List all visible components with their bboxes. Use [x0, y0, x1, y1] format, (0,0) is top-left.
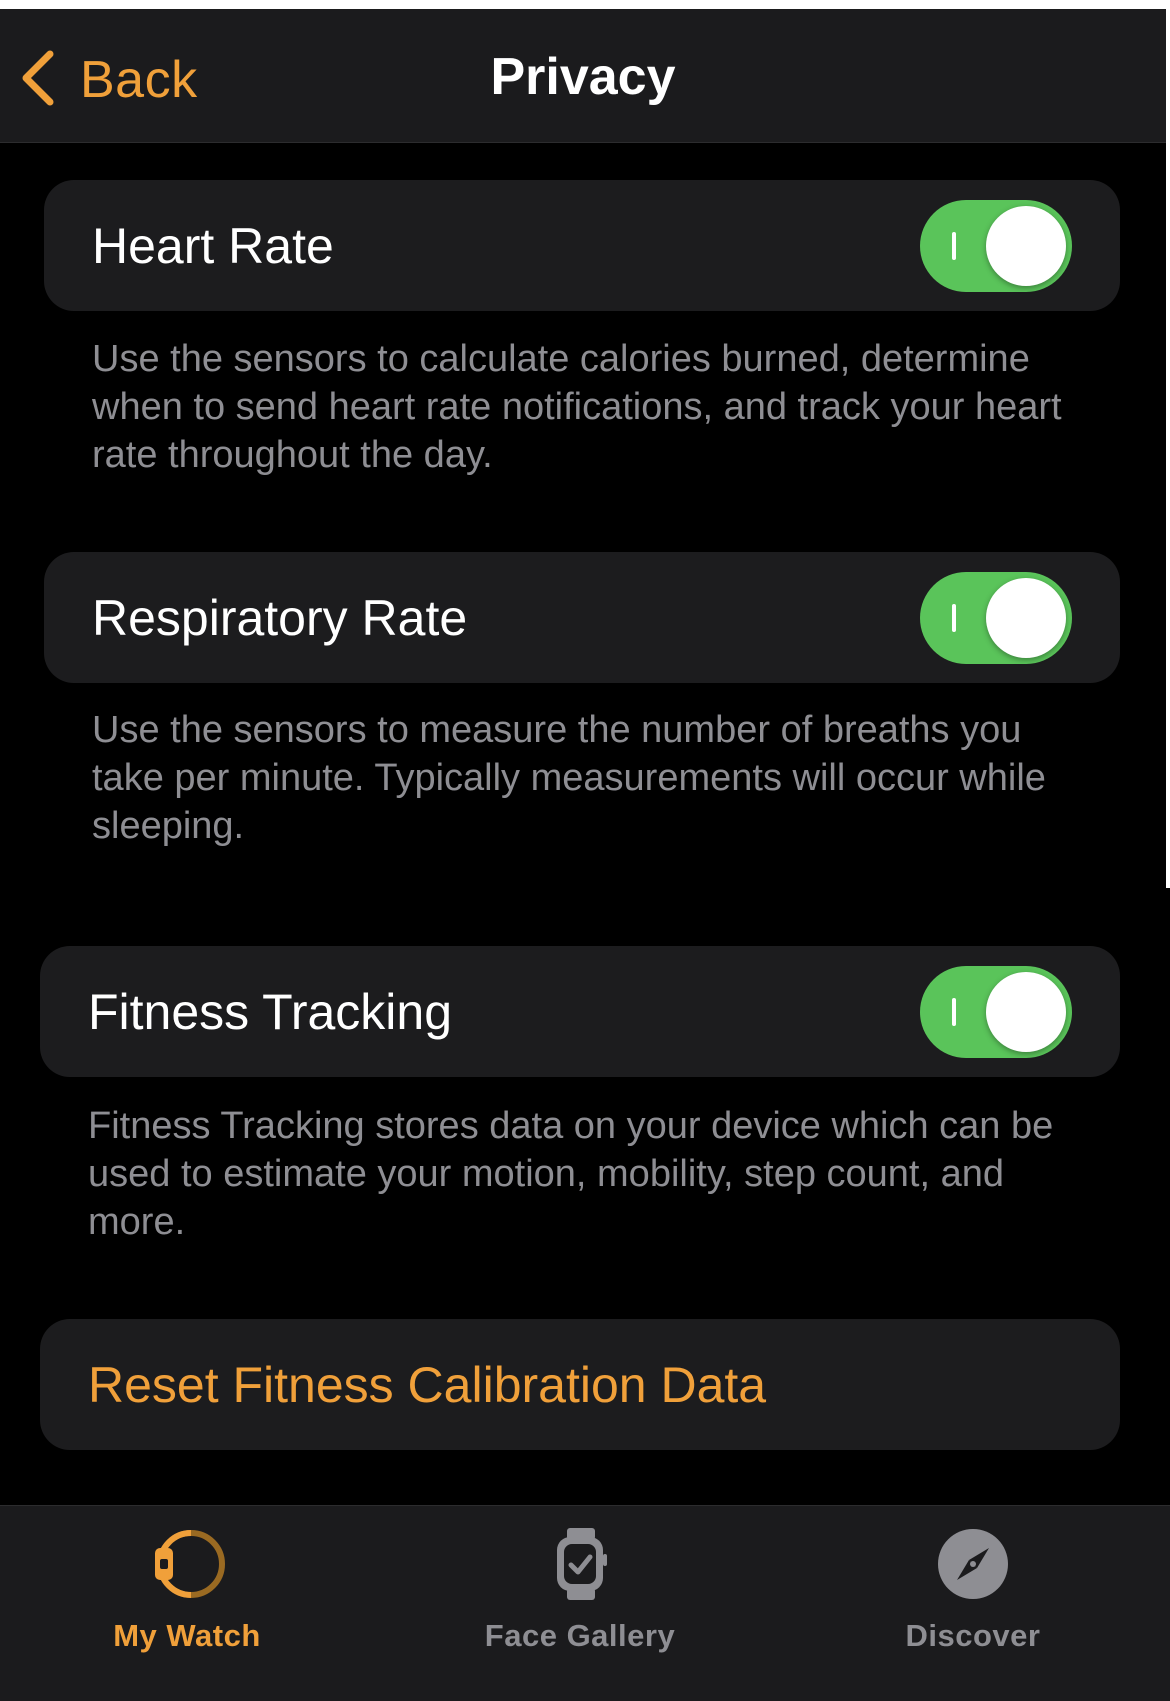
respiratory-rate-toggle[interactable] — [920, 572, 1072, 664]
fitness-tracking-description: Fitness Tracking stores data on your dev… — [88, 1105, 1054, 1243]
toggle-knob — [986, 206, 1066, 286]
heart-rate-description: Use the sensors to calculate calories bu… — [92, 338, 1062, 476]
face-gallery-icon — [540, 1524, 620, 1604]
respiratory-rate-label: Respiratory Rate — [92, 589, 468, 646]
tab-discover-label: Discover — [905, 1618, 1041, 1653]
tab-bar: My Watch Face Gallery Discover — [0, 1505, 1170, 1701]
respiratory-rate-row: Respiratory Rate — [44, 552, 1120, 683]
tab-face-gallery-label: Face Gallery — [484, 1618, 676, 1653]
toggle-on-indicator — [952, 604, 956, 632]
heart-rate-row: Heart Rate — [44, 180, 1120, 311]
toggle-knob — [986, 972, 1066, 1052]
tab-my-watch-label: My Watch — [113, 1618, 261, 1653]
fitness-tracking-toggle[interactable] — [920, 966, 1072, 1058]
navigation-bar: Back Privacy — [0, 9, 1166, 143]
toggle-on-indicator — [952, 232, 956, 260]
fitness-tracking-row: Fitness Tracking — [40, 946, 1120, 1077]
my-watch-icon — [147, 1524, 227, 1604]
compass-icon — [933, 1524, 1013, 1604]
toggle-on-indicator — [952, 998, 956, 1026]
reset-fitness-calibration-button[interactable]: Reset Fitness Calibration Data — [40, 1319, 1120, 1450]
top-border-strip — [0, 0, 1170, 9]
heart-rate-toggle[interactable] — [920, 200, 1072, 292]
page-title: Privacy — [490, 48, 676, 106]
heart-rate-label: Heart Rate — [92, 217, 334, 274]
respiratory-rate-description: Use the sensors to measure the number of… — [92, 709, 1046, 847]
reset-fitness-calibration-label: Reset Fitness Calibration Data — [88, 1356, 767, 1413]
tab-discover[interactable]: Discover — [823, 1524, 1123, 1674]
fitness-tracking-label: Fitness Tracking — [88, 983, 453, 1040]
tab-my-watch[interactable]: My Watch — [37, 1524, 337, 1674]
right-border-strip — [1166, 0, 1170, 888]
tab-face-gallery[interactable]: Face Gallery — [430, 1524, 730, 1674]
toggle-knob — [986, 578, 1066, 658]
